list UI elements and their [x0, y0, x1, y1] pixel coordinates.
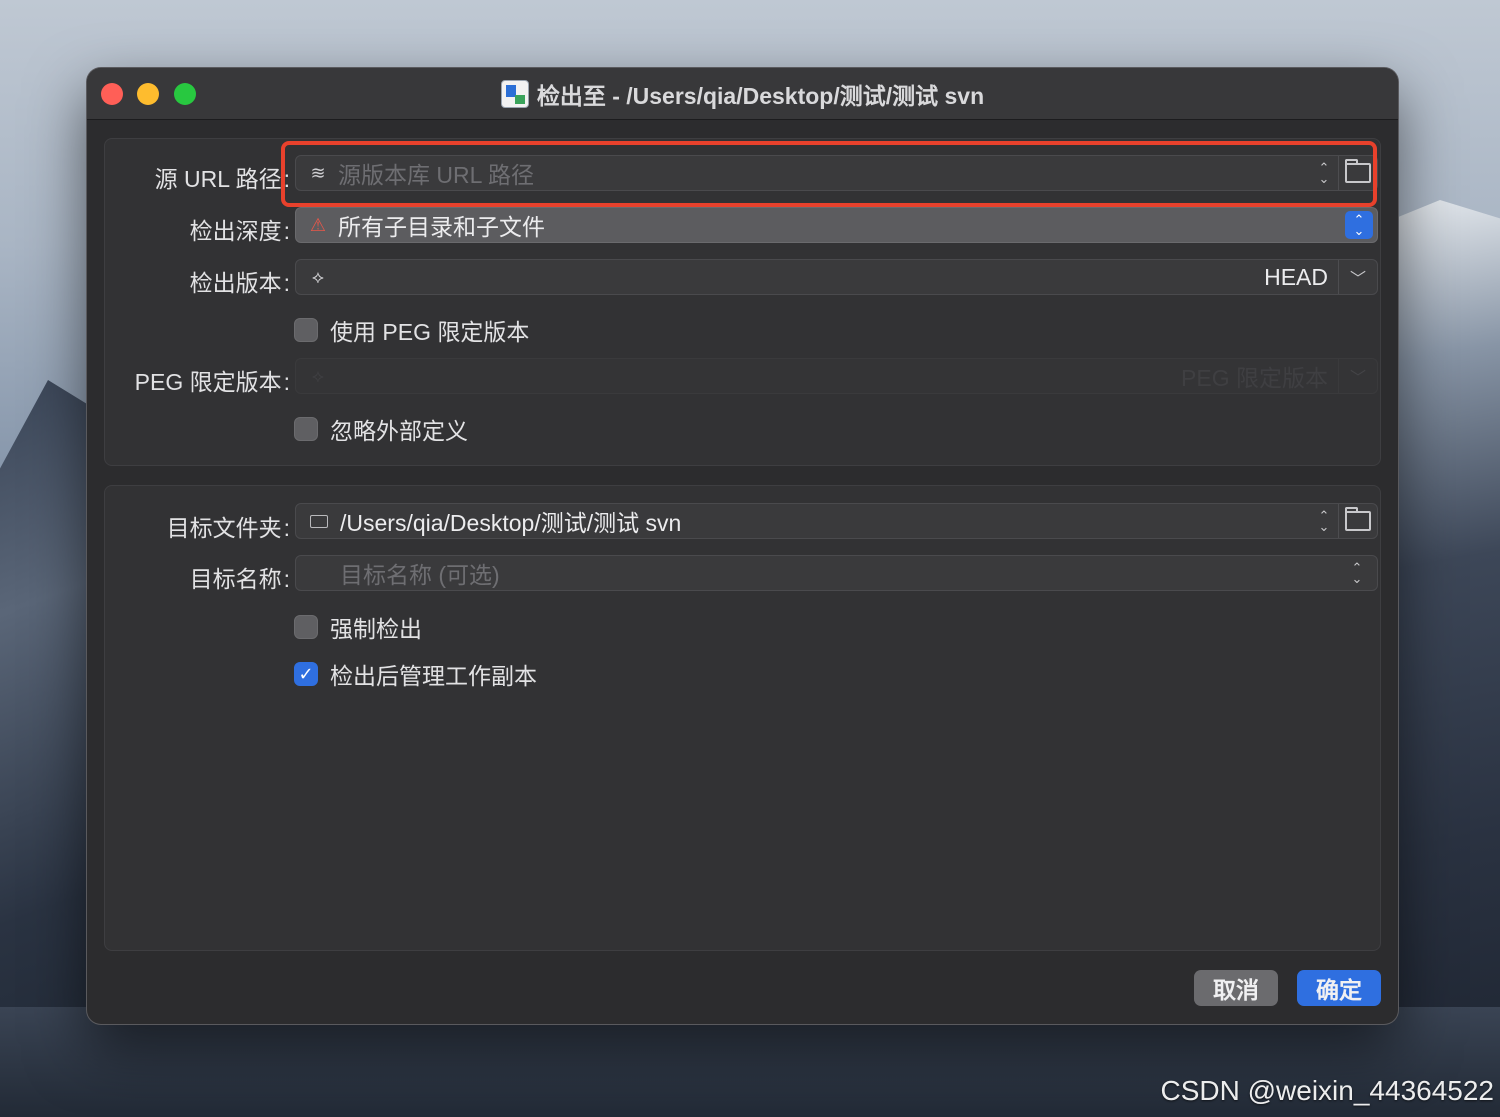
use-peg-label: 使用 PEG 限定版本 — [330, 319, 530, 345]
checkout-revision-combobox[interactable]: ⟡ HEAD ﹀ — [295, 259, 1378, 295]
window-title: 检出至 - /Users/qia/Desktop/测试/测试 svn — [536, 82, 985, 109]
chevron-down-icon[interactable]: ﹀ — [1338, 260, 1377, 294]
repository-icon: ≋ — [310, 162, 326, 183]
chevron-down-icon-disabled: ﹀ — [1338, 359, 1377, 393]
use-peg-checkbox[interactable] — [294, 318, 318, 342]
cancel-button[interactable]: 取消 — [1194, 970, 1278, 1006]
target-browse-button[interactable] — [1338, 504, 1377, 538]
ignore-externals-label: 忽略外部定义 — [330, 418, 468, 444]
force-checkout-checkbox[interactable] — [294, 615, 318, 639]
source-browse-button[interactable] — [1338, 156, 1377, 190]
peg-revision-combobox: ⟡ PEG 限定版本 ﹀ — [295, 358, 1378, 394]
ok-button[interactable]: 确定 — [1297, 970, 1381, 1006]
source-url-stepper-icon[interactable]: ⌃ ⌄ — [1310, 159, 1338, 187]
svn-app-icon — [500, 79, 529, 108]
target-folder-stepper-icon[interactable]: ⌃ ⌄ — [1310, 507, 1338, 535]
target-name-input[interactable]: 目标名称 (可选) — [296, 556, 1343, 590]
source-url-label: 源 URL 路径: — [154, 166, 290, 192]
manage-working-copy-row[interactable]: ✓ 检出后管理工作副本 — [294, 657, 537, 691]
folder-icon — [1345, 159, 1371, 183]
target-folder-combobox[interactable]: /Users/qia/Desktop/测试/测试 svn ⌃ ⌄ — [295, 503, 1378, 539]
target-name-combobox[interactable]: 目标名称 (可选) ⌃ ⌄ — [295, 555, 1378, 591]
target-name-label: 目标名称: — [189, 566, 290, 592]
revision-icon-disabled: ⟡ — [312, 365, 324, 386]
checkout-revision-value[interactable]: HEAD — [1264, 264, 1338, 291]
folder-icon — [1345, 507, 1371, 531]
checkout-depth-label: 检出深度: — [189, 218, 290, 244]
manage-working-copy-checkbox[interactable]: ✓ — [294, 662, 318, 686]
manage-working-copy-label: 检出后管理工作副本 — [330, 663, 537, 689]
title-wrap: 检出至 - /Users/qia/Desktop/测试/测试 svn — [87, 68, 1398, 119]
use-peg-row[interactable]: 使用 PEG 限定版本 — [294, 313, 529, 347]
checkout-depth-popup[interactable]: ⚠ 所有子目录和子文件 ⌃ ⌄ — [295, 207, 1378, 243]
depth-infinity-icon: ⚠ — [309, 214, 327, 235]
checkout-depth-value: 所有子目录和子文件 — [338, 214, 545, 240]
source-url-combobox[interactable]: ≋ 源版本库 URL 路径 ⌃ ⌄ — [295, 155, 1378, 191]
revision-icon: ⟡ — [312, 266, 324, 287]
popup-stepper-icon[interactable]: ⌃ ⌄ — [1345, 211, 1373, 239]
target-folder-label: 目标文件夹: — [166, 515, 290, 541]
target-name-stepper-icon[interactable]: ⌃ ⌄ — [1343, 559, 1371, 587]
ignore-externals-checkbox[interactable] — [294, 417, 318, 441]
title-bar: 检出至 - /Users/qia/Desktop/测试/测试 svn — [87, 68, 1398, 120]
checkout-revision-label: 检出版本: — [189, 270, 290, 296]
watermark: CSDN @weixin_44364522 — [1160, 1075, 1495, 1106]
peg-revision-label: PEG 限定版本: — [134, 369, 290, 395]
folder-icon — [310, 514, 328, 528]
peg-revision-placeholder: PEG 限定版本 — [1181, 365, 1328, 391]
target-folder-value[interactable]: /Users/qia/Desktop/测试/测试 svn — [328, 504, 1310, 538]
source-url-input[interactable]: 源版本库 URL 路径 — [332, 156, 1310, 190]
checkout-dialog: 检出至 - /Users/qia/Desktop/测试/测试 svn 源 URL… — [87, 68, 1398, 1024]
force-checkout-row[interactable]: 强制检出 — [294, 610, 422, 644]
force-checkout-label: 强制检出 — [330, 616, 422, 642]
ignore-externals-row[interactable]: 忽略外部定义 — [294, 412, 468, 446]
